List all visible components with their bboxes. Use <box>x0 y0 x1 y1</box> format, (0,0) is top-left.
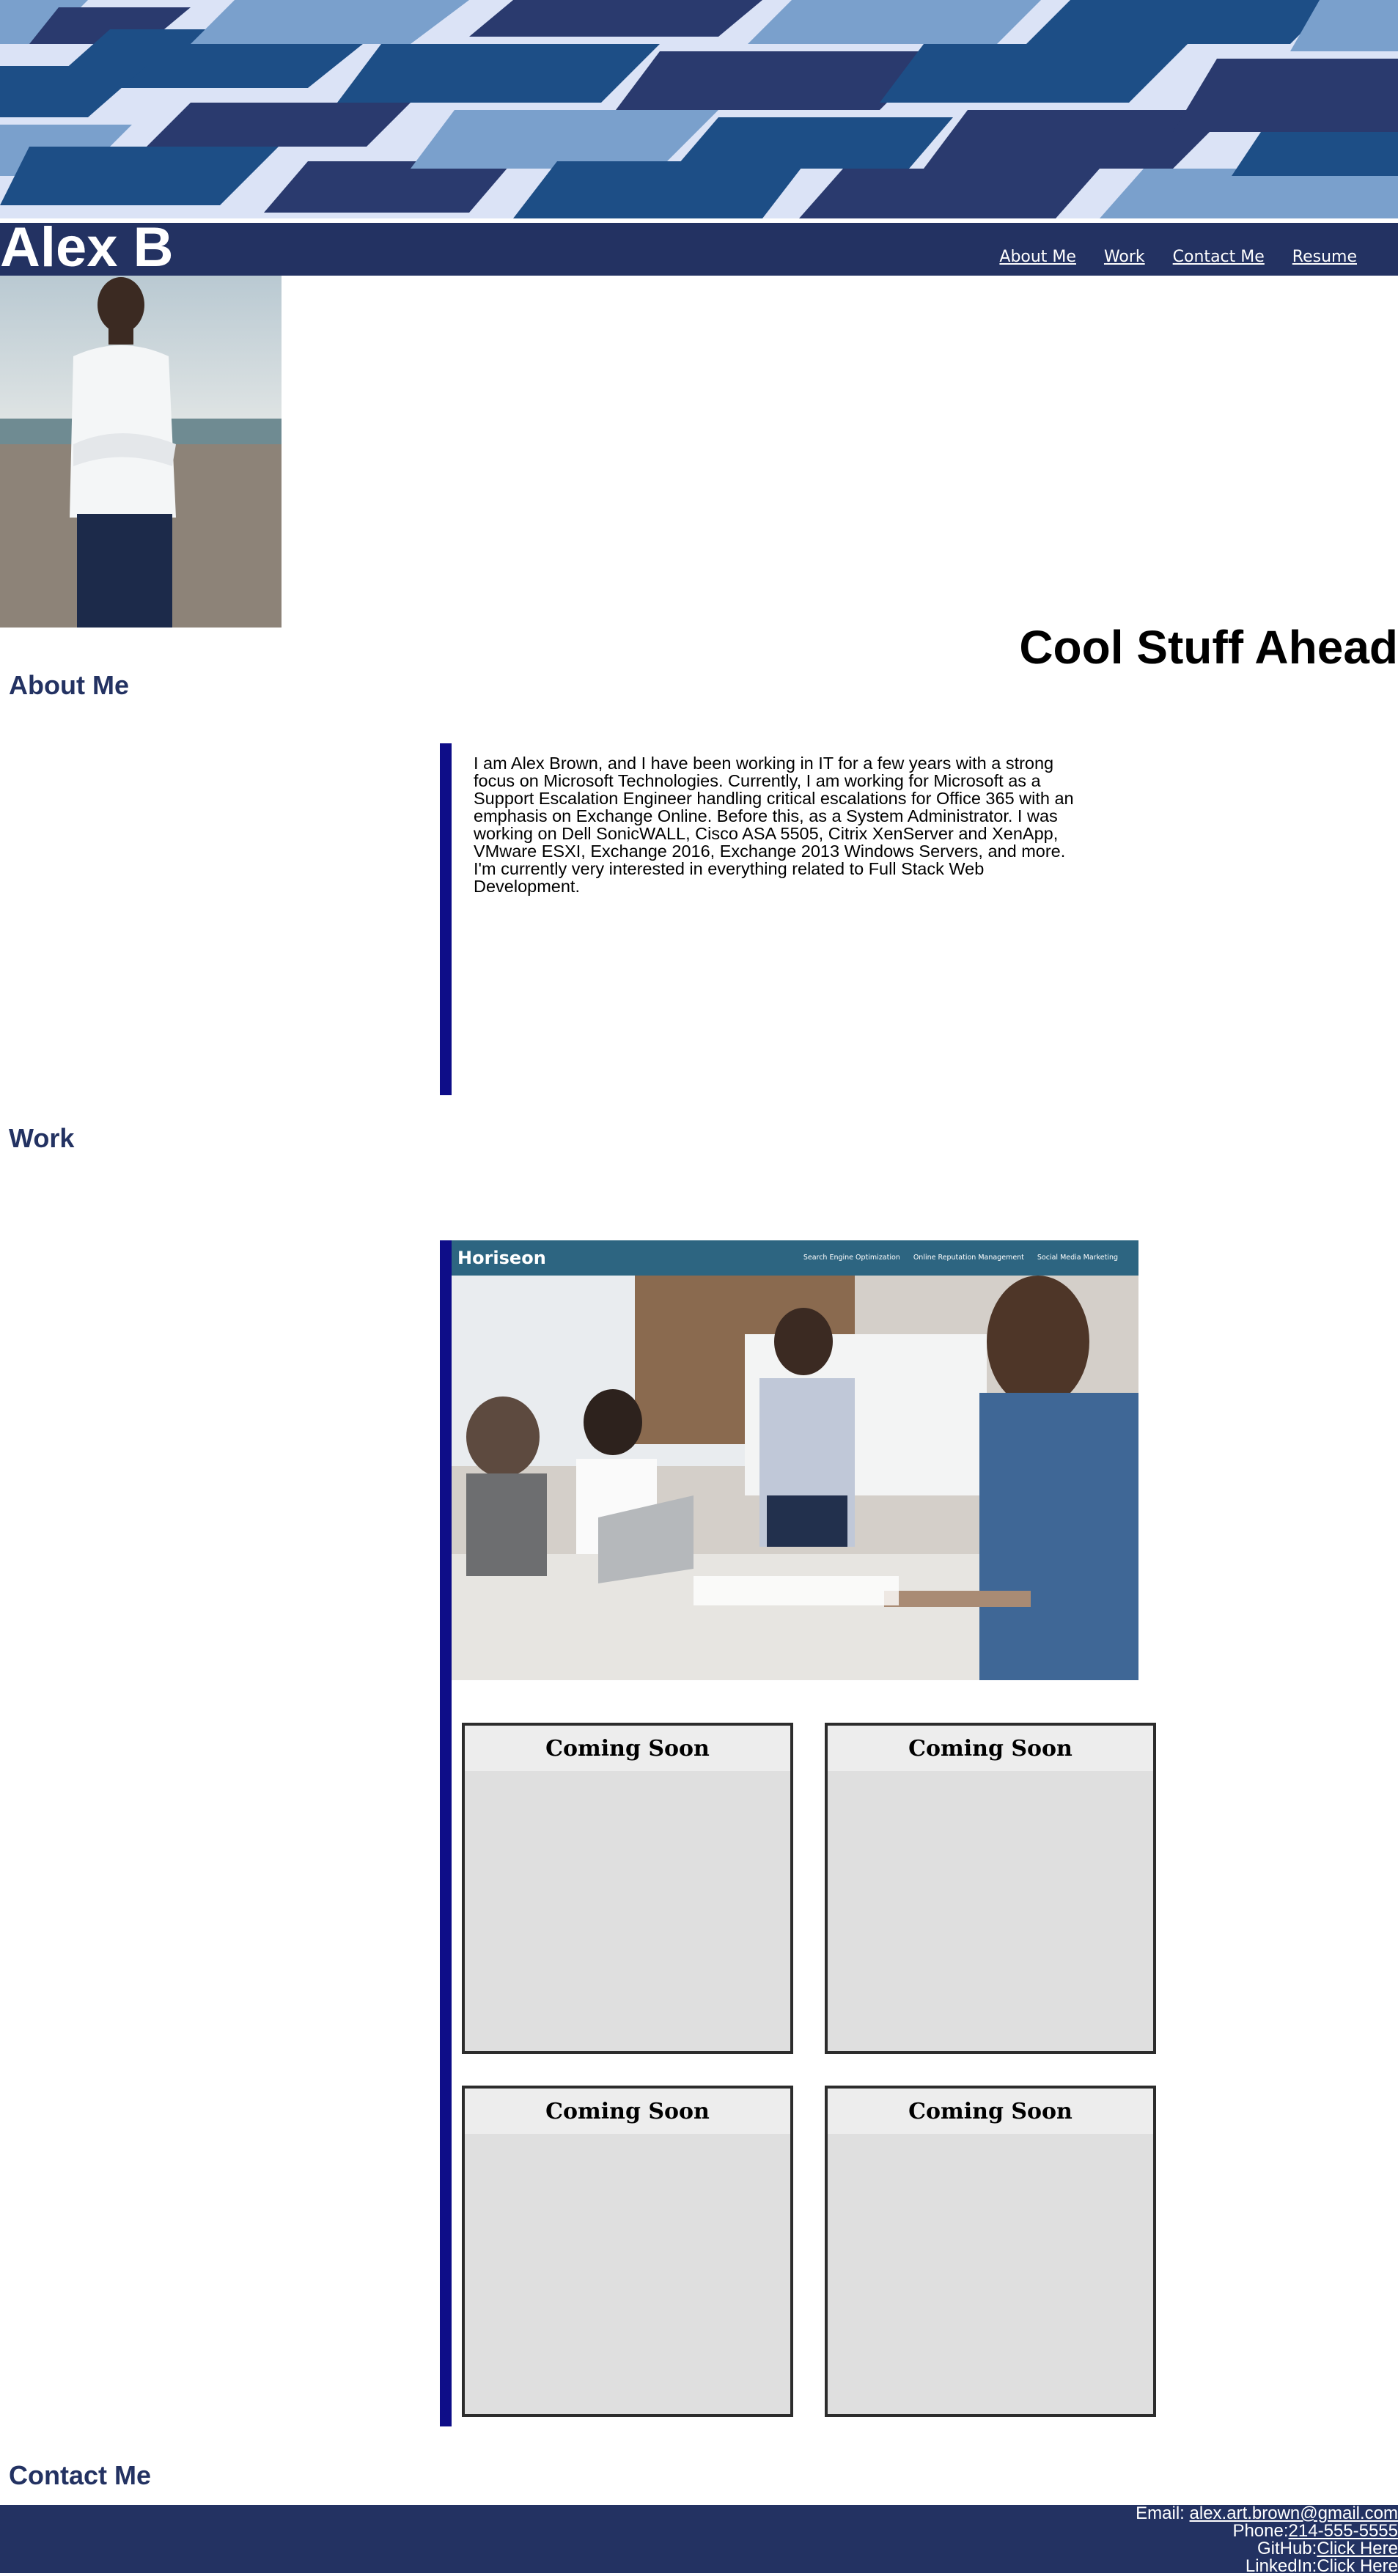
project-card-title: Coming Soon <box>828 1726 1153 1771</box>
contact-phone-label: Phone: <box>1232 2521 1289 2541</box>
project-card-title: Coming Soon <box>828 2089 1153 2134</box>
contact-linkedin-line: LinkedIn:Click Here <box>1136 2558 1398 2575</box>
contact-phone-line: Phone:214-555-5555 <box>1136 2522 1398 2540</box>
nav-contact-me[interactable]: Contact Me <box>1173 248 1265 266</box>
about-heading: About Me <box>9 670 129 700</box>
contact-phone-link[interactable]: 214-555-5555 <box>1289 2521 1398 2541</box>
contact-github-label: GitHub: <box>1257 2539 1317 2558</box>
featured-project-header: Horiseon Search Engine Optimization Onli… <box>452 1240 1138 1276</box>
work-heading: Work <box>9 1123 75 1153</box>
project-card[interactable]: Coming Soon <box>825 2086 1156 2417</box>
contact-details: Email: alex.art.brown@gmail.com Phone:21… <box>1136 2505 1398 2575</box>
work-accent-bar <box>440 1240 452 2426</box>
site-title: Alex B <box>0 216 174 279</box>
contact-footer: Email: alex.art.brown@gmail.com Phone:21… <box>0 2505 1398 2575</box>
project-card[interactable]: Coming Soon <box>462 1723 793 2054</box>
nav-about-me[interactable]: About Me <box>999 248 1076 266</box>
hero-tagline: Cool Stuff Ahead <box>1019 621 1398 674</box>
profile-photo <box>0 276 282 628</box>
nav-work[interactable]: Work <box>1104 248 1145 266</box>
contact-heading: Contact Me <box>9 2460 152 2490</box>
featured-project-nav: Search Engine Optimization Online Reputa… <box>803 1254 1118 1262</box>
featured-link: Social Media Marketing <box>1037 1254 1118 1262</box>
main-nav: About Me Work Contact Me Resume <box>999 248 1357 266</box>
header-banner <box>0 0 1398 218</box>
featured-project-image <box>452 1276 1138 1680</box>
nav-resume[interactable]: Resume <box>1292 248 1357 266</box>
contact-email-link[interactable]: alex.art.brown@gmail.com <box>1190 2503 1398 2523</box>
project-card-title: Coming Soon <box>465 2089 790 2134</box>
camouflage-pattern <box>0 0 1398 218</box>
project-card[interactable]: Coming Soon <box>462 2086 793 2417</box>
contact-email-label: Email: <box>1136 2503 1190 2523</box>
about-text: I am Alex Brown, and I have been working… <box>474 754 1074 896</box>
contact-github-link[interactable]: Click Here <box>1317 2539 1398 2558</box>
contact-github-line: GitHub:Click Here <box>1136 2540 1398 2558</box>
featured-link: Search Engine Optimization <box>803 1254 900 1262</box>
about-section: I am Alex Brown, and I have been working… <box>440 743 1089 1095</box>
featured-project-title: Horiseon <box>457 1248 546 1268</box>
featured-link: Online Reputation Management <box>913 1254 1024 1262</box>
featured-project[interactable]: Horiseon Search Engine Optimization Onli… <box>452 1240 1138 1680</box>
project-card[interactable]: Coming Soon <box>825 1723 1156 2054</box>
contact-email-line: Email: alex.art.brown@gmail.com <box>1136 2505 1398 2522</box>
project-card-title: Coming Soon <box>465 1726 790 1771</box>
